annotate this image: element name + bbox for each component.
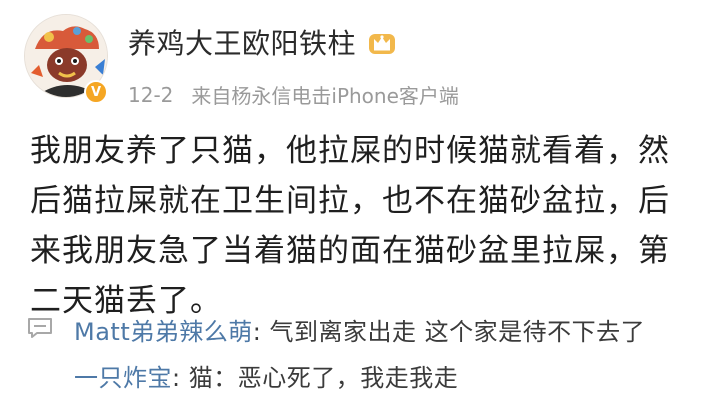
crown-icon[interactable] — [366, 28, 398, 56]
comment-author[interactable]: 一只炸宝 — [74, 364, 172, 392]
weibo-post: V 养鸡大王欧阳铁柱 12-2 来自杨永信电击iPhone客户端 我朋友养了只猫… — [0, 0, 720, 400]
post-meta: 12-2 来自杨永信电击iPhone客户端 — [128, 80, 459, 109]
username-row: 养鸡大王欧阳铁柱 — [128, 22, 398, 62]
comment-item: Matt弟弟辣么萌: 气到离家出走 这个家是待不下去了 — [74, 312, 645, 347]
post-content: 我朋友养了只猫，他拉屎的时候猫就看着，然后猫拉屎就在卫生间拉，也不在猫砂盆拉，后… — [30, 133, 670, 319]
post-date: 12-2 — [128, 82, 174, 107]
comment-text: 气到离家出走 这个家是待不下去了 — [261, 318, 646, 346]
post-header: V 养鸡大王欧阳铁柱 12-2 来自杨永信电击iPhone客户端 — [24, 10, 700, 110]
comment-bubble-icon[interactable] — [26, 316, 54, 340]
username[interactable]: 养鸡大王欧阳铁柱 — [128, 22, 356, 62]
comment-separator: : — [172, 364, 181, 392]
comment-author[interactable]: Matt弟弟辣么萌 — [74, 318, 253, 346]
comment-text: 猫：恶心死了，我走我走 — [180, 364, 459, 392]
verified-v-icon: V — [84, 80, 108, 104]
post-source[interactable]: 来自杨永信电击iPhone客户端 — [191, 80, 459, 109]
comment-item: 一只炸宝: 猫：恶心死了，我走我走 — [74, 358, 458, 393]
